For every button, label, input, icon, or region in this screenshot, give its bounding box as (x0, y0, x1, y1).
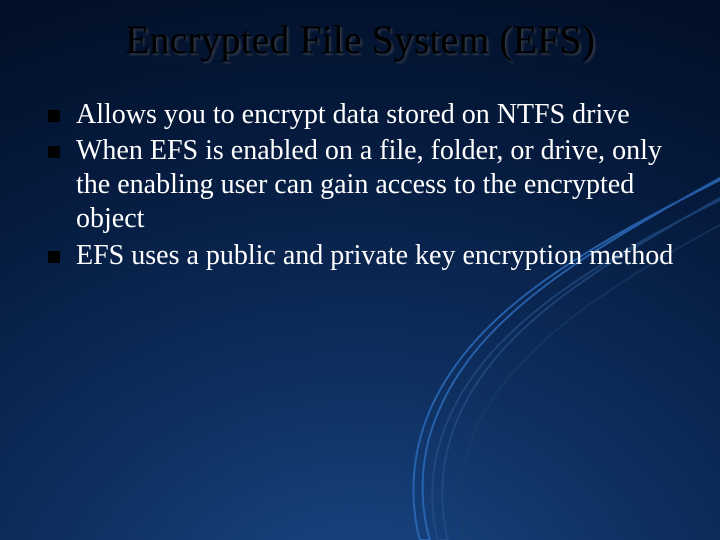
square-bullet-icon (48, 110, 60, 122)
list-item: When EFS is enabled on a file, folder, o… (48, 134, 678, 236)
list-item-text: When EFS is enabled on a file, folder, o… (76, 134, 678, 236)
list-item: EFS uses a public and private key encryp… (48, 239, 678, 273)
list-item-text: Allows you to encrypt data stored on NTF… (76, 98, 678, 132)
slide-title: Encrypted File System (EFS) (0, 18, 720, 62)
square-bullet-icon (48, 251, 60, 263)
slide-body: Allows you to encrypt data stored on NTF… (48, 98, 678, 275)
list-item-text: EFS uses a public and private key encryp… (76, 239, 678, 273)
slide: Encrypted File System (EFS) Allows you t… (0, 0, 720, 540)
square-bullet-icon (48, 146, 60, 158)
list-item: Allows you to encrypt data stored on NTF… (48, 98, 678, 132)
